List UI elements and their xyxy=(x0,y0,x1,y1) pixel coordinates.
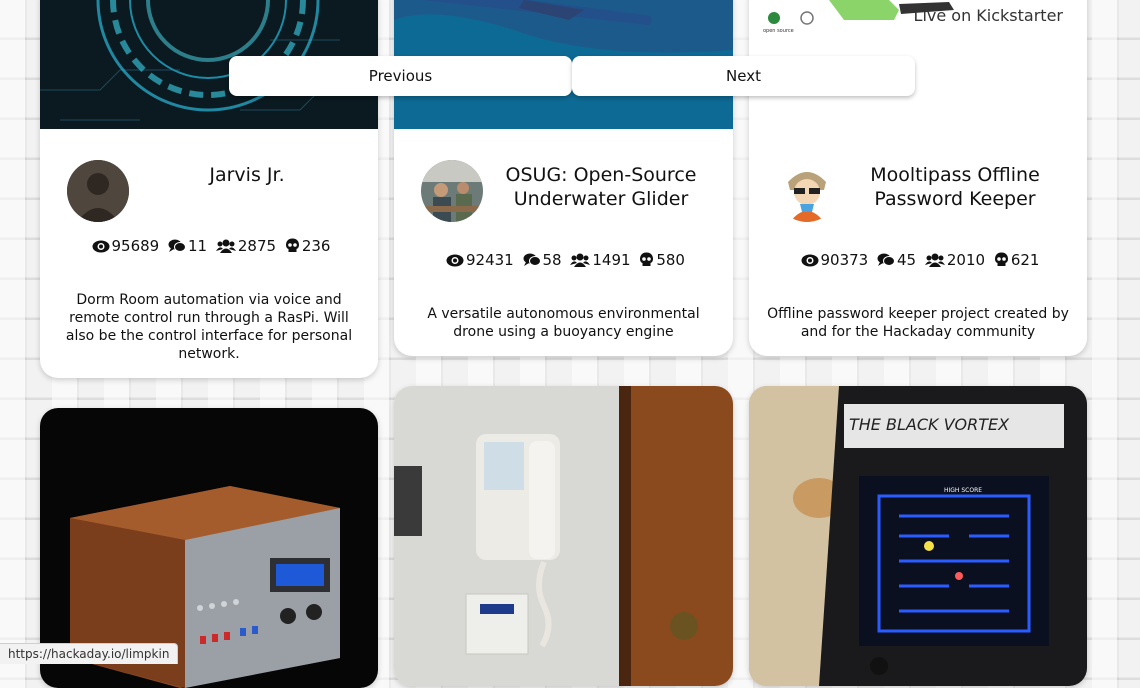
followers-count: 2010 xyxy=(946,251,986,269)
kickstarter-banner: Live on Kickstarter xyxy=(913,6,1063,25)
project-description: A versatile autonomous environmental dro… xyxy=(427,306,700,340)
skull-icon xyxy=(640,252,654,266)
project-image-arcade[interactable]: HIGH SCORE THE BLACK VORTEX xyxy=(749,386,1087,686)
project-card-arcade[interactable]: HIGH SCORE THE BLACK VORTEX xyxy=(749,386,1087,686)
users-icon xyxy=(215,239,236,253)
status-bar-url: https://hackaday.io/limpkin xyxy=(0,643,179,664)
views-count: 95689 xyxy=(111,237,160,255)
skull-icon xyxy=(994,252,1008,266)
author-avatar[interactable] xyxy=(776,160,838,222)
comments-count: 45 xyxy=(897,251,917,269)
eye-icon xyxy=(92,240,109,253)
views-count: 92431 xyxy=(466,251,514,269)
project-description: Dorm Room automation via voice and remot… xyxy=(65,292,353,362)
comments-icon xyxy=(168,239,186,252)
project-title[interactable]: Mooltipass Offline Password Keeper xyxy=(857,163,1053,211)
project-card-osug[interactable]: OSUG: Open-Source Underwater Glider 9243… xyxy=(394,0,733,356)
arcade-marquee: THE BLACK VORTEX xyxy=(849,415,1010,434)
project-card-mooltipass[interactable]: open source Live on Kickstarter Mooltipa… xyxy=(749,0,1087,356)
arcade-score-label: HIGH SCORE xyxy=(944,487,982,494)
skulls-count: 580 xyxy=(656,251,685,269)
svg-text:open source: open source xyxy=(763,28,794,34)
comments-count: 58 xyxy=(542,251,562,269)
project-card-intercom[interactable] xyxy=(394,386,733,686)
project-stats: 90373 45 2010 621 xyxy=(749,251,1087,269)
comments-icon xyxy=(877,253,895,266)
followers-count: 1491 xyxy=(592,251,631,269)
followers-count: 2875 xyxy=(237,237,277,255)
skulls-count: 621 xyxy=(1010,251,1040,269)
users-icon xyxy=(570,253,591,267)
comments-icon xyxy=(523,253,541,266)
project-image-intercom[interactable] xyxy=(394,386,733,686)
author-avatar[interactable] xyxy=(67,160,129,222)
next-button[interactable]: Next xyxy=(572,56,915,96)
comments-count: 11 xyxy=(188,237,208,255)
project-stats: 95689 11 2875 236 xyxy=(40,237,378,255)
views-count: 90373 xyxy=(820,251,869,269)
eye-icon xyxy=(446,254,464,267)
project-title[interactable]: OSUG: Open-Source Underwater Glider xyxy=(494,163,708,211)
skulls-count: 236 xyxy=(301,237,331,255)
users-icon xyxy=(924,253,945,267)
project-stats: 92431 58 1491 580 xyxy=(394,251,733,269)
project-title[interactable]: Jarvis Jr. xyxy=(150,163,344,187)
previous-button[interactable]: Previous xyxy=(229,56,572,96)
project-description: Offline password keeper project created … xyxy=(767,306,1069,340)
eye-icon xyxy=(801,254,818,267)
skull-icon xyxy=(285,238,299,252)
author-avatar[interactable] xyxy=(421,160,483,222)
